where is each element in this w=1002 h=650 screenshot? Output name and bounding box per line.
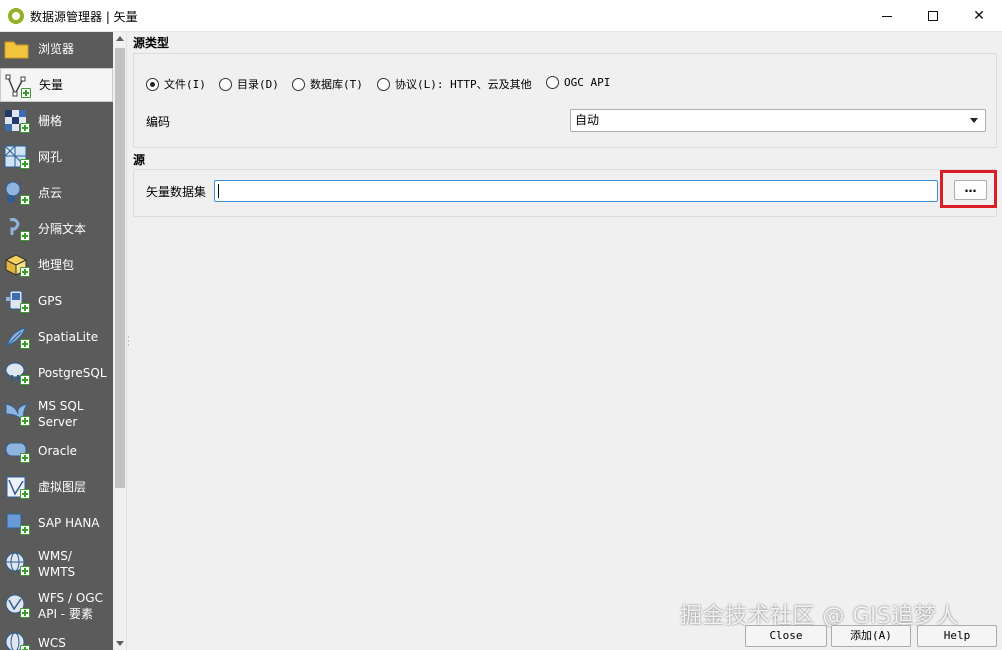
sidebar: 浏览器 矢量 栅格 网孔 点云 分隔文本 地理包 GPS SpatiaLite … (0, 32, 113, 650)
sidebar-item-label: 地理包 (38, 258, 75, 272)
add-icon (20, 231, 30, 241)
radio-checked-icon (146, 77, 159, 91)
source-type-title: 源类型 (133, 36, 170, 50)
radio-label: 协议(L): HTTP、云及其他 (395, 78, 532, 91)
source-type-group: 文件(I) 目录(D) 数据库(T) 协议(L): HTTP、云及其他 OGC … (133, 53, 997, 148)
add-icon (20, 416, 30, 426)
window-title: 数据源管理器 | 矢量 (30, 10, 138, 24)
radio-directory[interactable]: 目录(D) (219, 76, 279, 92)
sidebar-item-label: 网孔 (38, 150, 63, 164)
source-group: 矢量数据集 … (133, 169, 997, 217)
encoding-value: 自动 (575, 113, 600, 127)
sidebar-item-label: SpatiaLite (38, 330, 99, 344)
add-icon (20, 375, 30, 385)
scrollbar-thumb[interactable] (115, 48, 125, 488)
radio-ogc-api[interactable]: OGC API (546, 76, 610, 89)
radio-unchecked-icon (219, 77, 232, 91)
encoding-label: 编码 (146, 115, 171, 129)
sidebar-item-label: 分隔文本 (38, 222, 87, 236)
close-window-button[interactable]: ✕ (956, 0, 1002, 32)
sidebar-item-label: GPS (38, 294, 63, 308)
add-button[interactable]: 添加(A) (831, 625, 911, 647)
sidebar-item-label: WCS (38, 636, 66, 650)
add-icon (20, 123, 30, 133)
sidebar-scrollbar[interactable] (113, 32, 127, 650)
sidebar-item-point-cloud[interactable]: 点云 (0, 176, 113, 210)
sidebar-item-virtual-layer[interactable]: 虚拟图层 (0, 470, 113, 504)
sidebar-item-wms[interactable]: WMS/ WMTS (0, 542, 113, 586)
sidebar-item-sap-hana[interactable]: SAP HANA (0, 506, 113, 540)
help-button[interactable]: Help (917, 625, 997, 647)
radio-file[interactable]: 文件(I) (146, 76, 206, 92)
maximize-button[interactable] (910, 0, 956, 32)
sidebar-item-vector[interactable]: 矢量 (0, 68, 113, 102)
sidebar-item-delimited-text[interactable]: 分隔文本 (0, 212, 113, 246)
sidebar-item-wcs[interactable]: WCS (0, 626, 113, 650)
sidebar-item-label: 点云 (38, 186, 63, 200)
sidebar-item-gps[interactable]: GPS (0, 284, 113, 318)
add-icon (20, 195, 30, 205)
sidebar-item-postgresql[interactable]: PostgreSQL (0, 356, 113, 390)
add-icon (20, 608, 30, 618)
radio-unchecked-icon (377, 77, 390, 91)
add-icon (20, 159, 30, 169)
add-icon (20, 525, 30, 535)
sidebar-item-mesh[interactable]: 网孔 (0, 140, 113, 174)
sidebar-item-label: WMS/ WMTS (38, 549, 76, 579)
sidebar-item-label: SAP HANA (38, 516, 100, 530)
radio-label: 目录(D) (237, 78, 279, 91)
radio-protocol[interactable]: 协议(L): HTTP、云及其他 (377, 76, 532, 92)
scroll-down-icon[interactable] (116, 641, 124, 646)
sidebar-item-label: MS SQL Server (38, 399, 84, 429)
add-icon (20, 645, 30, 650)
sidebar-item-label: WFS / OGC API - 要素 (38, 591, 103, 621)
chevron-down-icon (970, 118, 978, 123)
scroll-up-icon[interactable] (116, 36, 124, 41)
sidebar-item-label: 栅格 (38, 114, 63, 128)
maximize-icon (928, 11, 938, 21)
radio-label: OGC API (564, 76, 611, 89)
radio-label: 文件(I) (164, 78, 206, 91)
radio-unchecked-icon (546, 76, 559, 89)
text-cursor (218, 184, 219, 198)
add-icon (20, 566, 30, 576)
sidebar-item-spatialite[interactable]: SpatiaLite (0, 320, 113, 354)
add-icon (21, 88, 31, 98)
splitter-handle[interactable]: · · · (127, 334, 130, 351)
add-icon (20, 489, 30, 499)
main-content: 源类型 文件(I) 目录(D) 数据库(T) 协议(L): HTTP、云及其他 … (131, 32, 1002, 650)
add-icon (20, 303, 30, 313)
add-icon (20, 453, 30, 463)
sidebar-item-geopackage[interactable]: 地理包 (0, 248, 113, 282)
add-icon (20, 339, 30, 349)
minimize-button[interactable] (864, 0, 910, 32)
close-button[interactable]: Close (745, 625, 827, 647)
vector-dataset-input[interactable] (214, 180, 938, 202)
qgis-logo-icon (8, 8, 24, 24)
sidebar-item-oracle[interactable]: Oracle (0, 434, 113, 468)
sidebar-item-label: 浏览器 (38, 42, 75, 56)
radio-unchecked-icon (292, 77, 305, 91)
sidebar-item-wfs[interactable]: WFS / OGC API - 要素 (0, 584, 113, 628)
browse-button[interactable]: … (954, 180, 987, 200)
sidebar-item-raster[interactable]: 栅格 (0, 104, 113, 138)
minimize-icon (882, 15, 892, 17)
encoding-select[interactable]: 自动 (570, 109, 986, 132)
close-icon: ✕ (973, 8, 985, 24)
sidebar-item-label: 虚拟图层 (38, 480, 87, 494)
source-title: 源 (133, 153, 146, 167)
title-bar: 数据源管理器 | 矢量 ✕ (0, 0, 1002, 32)
folder-icon (4, 41, 29, 59)
sidebar-item-browser[interactable]: 浏览器 (0, 32, 113, 66)
vector-dataset-label: 矢量数据集 (146, 185, 207, 199)
sidebar-item-label: 矢量 (39, 78, 64, 92)
sidebar-item-label: PostgreSQL (38, 366, 107, 380)
sidebar-item-mssql[interactable]: MS SQL Server (0, 392, 113, 436)
sidebar-item-label: Oracle (38, 444, 78, 458)
radio-label: 数据库(T) (310, 78, 363, 91)
add-icon (20, 267, 30, 277)
radio-database[interactable]: 数据库(T) (292, 76, 363, 92)
